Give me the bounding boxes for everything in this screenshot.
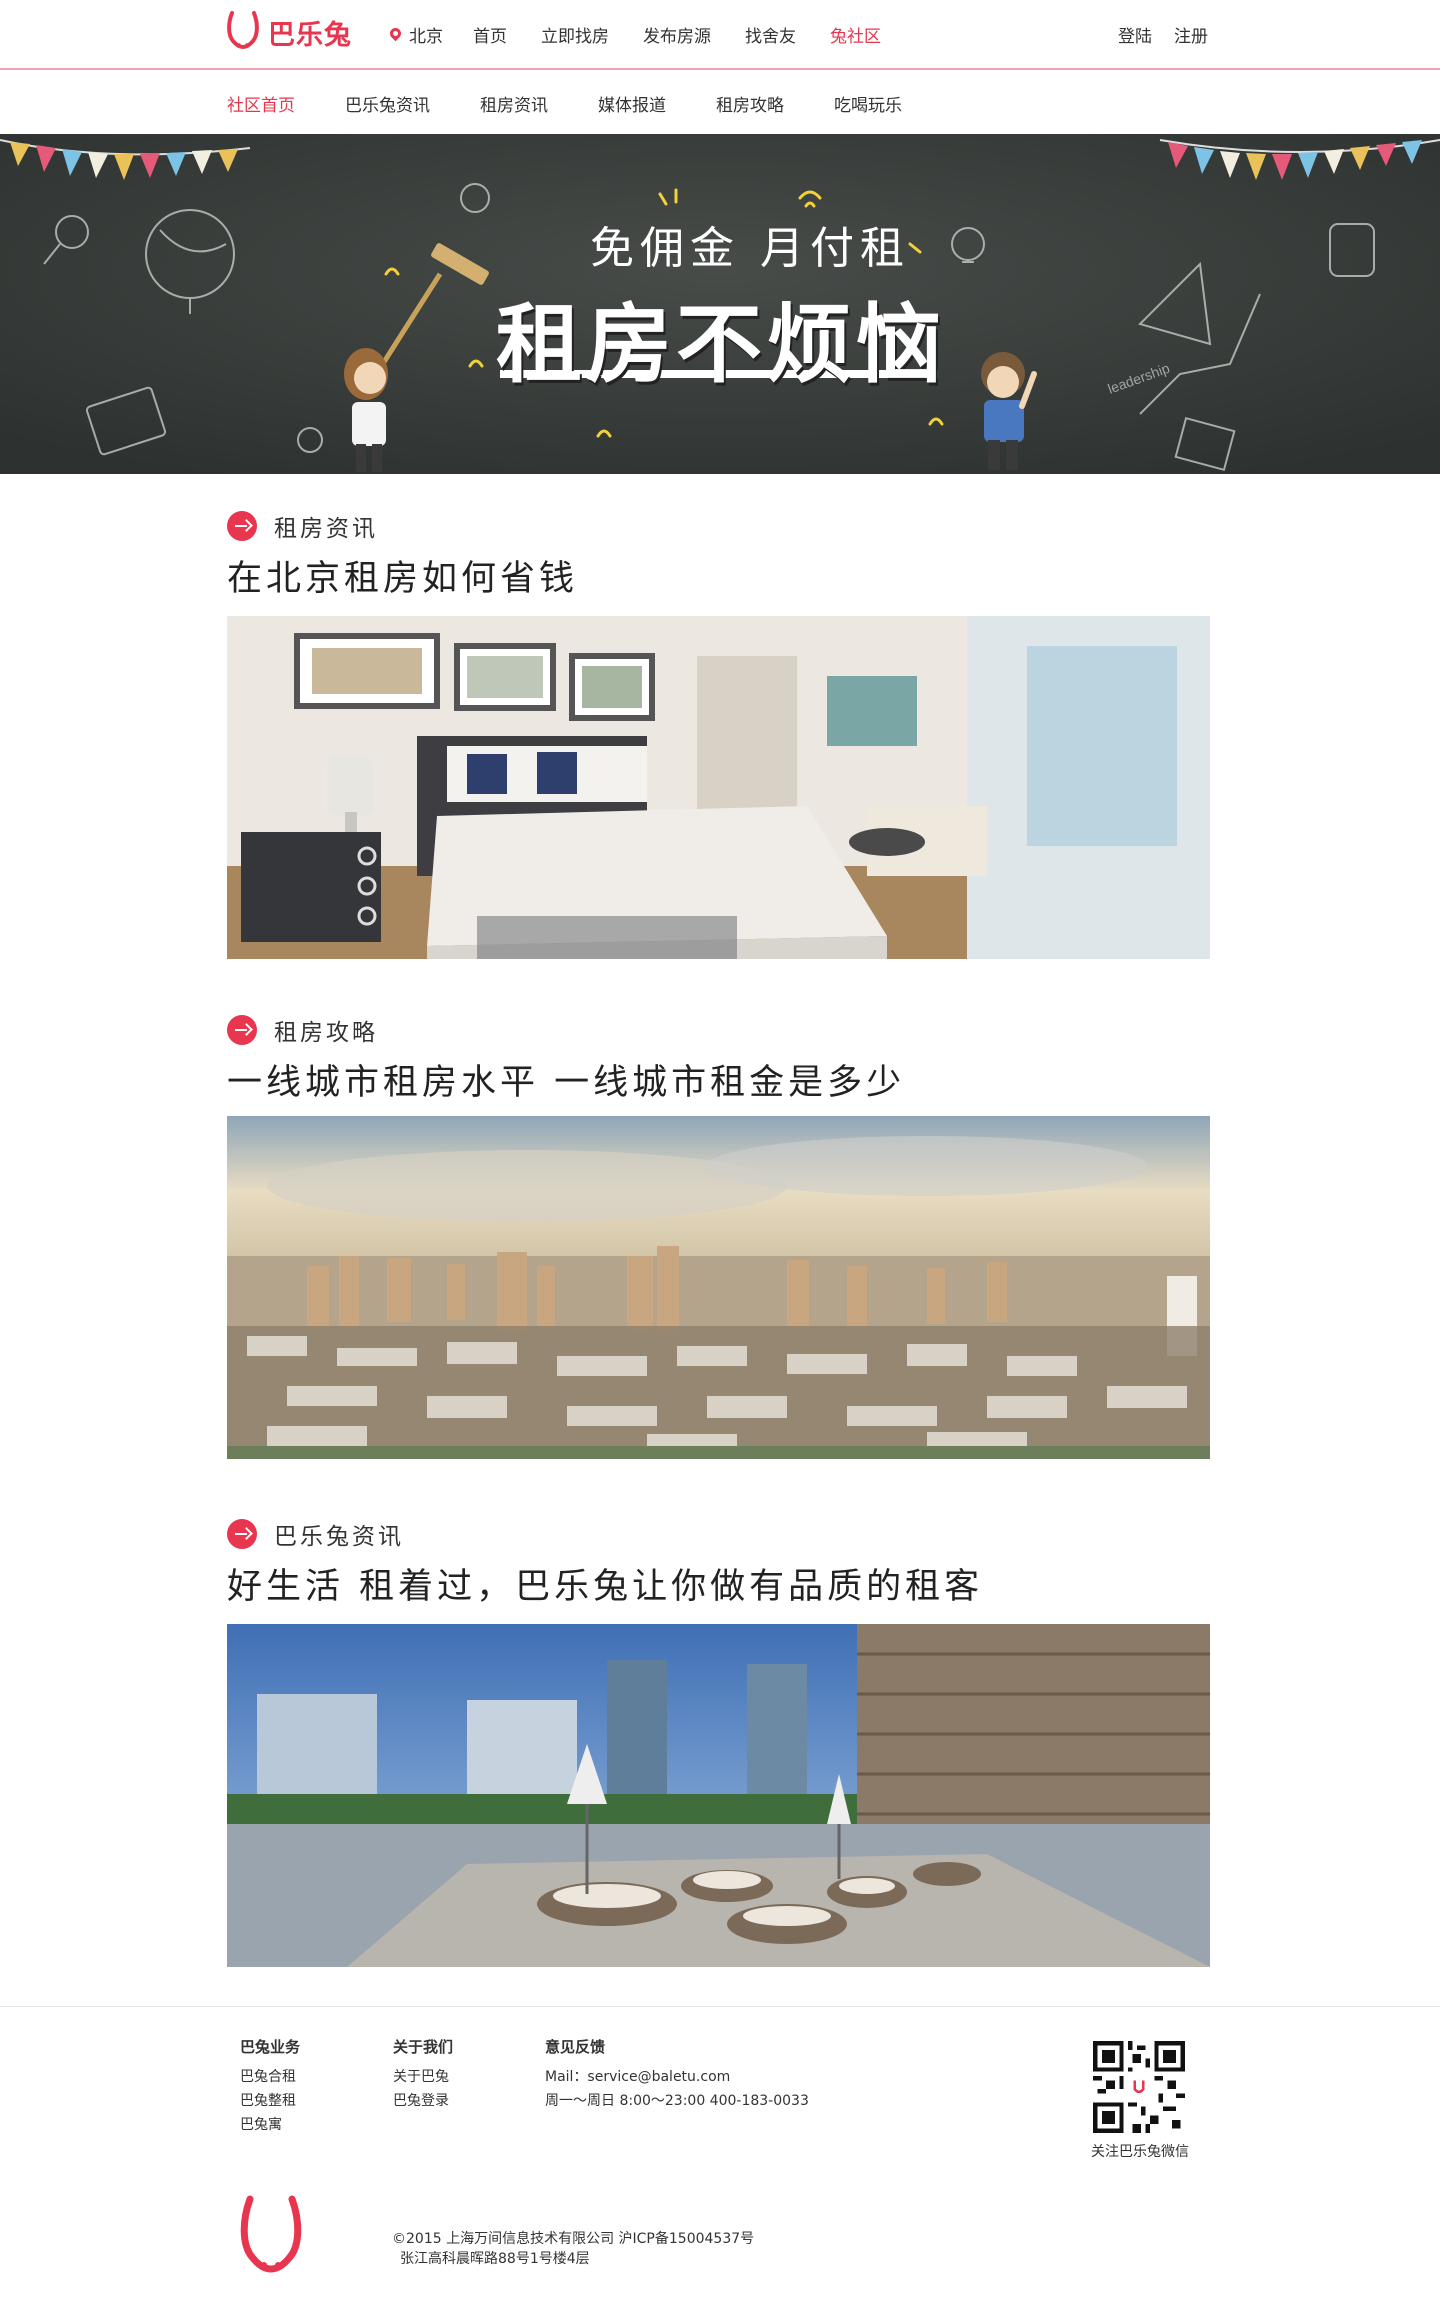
footer-hours: 周一～周日 8:00～23:00 400-183-0033 <box>545 2093 809 2109</box>
article-category[interactable]: 租房资讯 <box>227 510 1210 542</box>
nav-home[interactable]: 首页 <box>473 22 507 47</box>
hero-banner[interactable]: leadership 免佣金 月付租 租房不烦恼 <box>0 134 1440 474</box>
footer-link[interactable]: 巴兔整租 <box>240 2089 300 2113</box>
banner-slogan-top: 免佣金 月付租 <box>590 223 910 274</box>
footer-link[interactable]: 巴兔登录 <box>393 2089 453 2113</box>
footer-heading: 意见反馈 <box>545 2038 606 2056</box>
subnav-rental-guide[interactable]: 租房攻略 <box>716 91 784 116</box>
article-category[interactable]: 巴乐兔资讯 <box>227 1518 1210 1550</box>
nav-community[interactable]: 兔社区 <box>830 22 881 47</box>
footer-feedback: 意见反馈 Mail：service@baletu.com 周一～周日 8:00～… <box>545 2035 809 2113</box>
qr-caption: 关注巴乐兔微信 <box>1091 2144 1189 2160</box>
city-selector[interactable]: 北京 <box>387 22 443 47</box>
arrow-right-icon <box>227 1519 257 1549</box>
footer-link[interactable]: 巴兔寓 <box>240 2113 300 2137</box>
nav-find-roommate[interactable]: 找舍友 <box>745 22 796 47</box>
article-card[interactable]: 巴乐兔资讯 好生活 租着过，巴乐兔让你做有品质的租客 <box>227 1518 1210 1967</box>
nav-post-listing[interactable]: 发布房源 <box>643 22 711 47</box>
footer-heading: 关于我们 <box>393 2038 454 2056</box>
footer-heading: 巴兔业务 <box>240 2038 301 2056</box>
footer-link[interactable]: 关于巴兔 <box>393 2065 453 2089</box>
banner-slogan-main: 租房不烦恼 <box>496 294 946 395</box>
category-label: 租房资讯 <box>274 516 378 542</box>
subnav-community-home[interactable]: 社区首页 <box>227 91 295 116</box>
article-image[interactable] <box>227 616 1210 959</box>
site-footer: 巴兔业务 巴兔合租 巴兔整租 巴兔寓 关于我们 关于巴兔 巴兔登录 意见反馈 M… <box>0 2006 1440 2312</box>
subnav-food-fun[interactable]: 吃喝玩乐 <box>834 91 902 116</box>
footer-business: 巴兔业务 巴兔合租 巴兔整租 巴兔寓 <box>240 2035 300 2137</box>
logo[interactable]: 巴乐兔 <box>226 8 352 56</box>
article-image[interactable] <box>227 1624 1210 1967</box>
footer-about: 关于我们 关于巴兔 巴兔登录 <box>393 2035 453 2113</box>
top-header: 巴乐兔 北京 首页 立即找房 发布房源 找舍友 兔社区 登陆 注册 <box>0 0 1440 70</box>
article-title[interactable]: 好生活 租着过，巴乐兔让你做有品质的租客 <box>227 1564 1210 1610</box>
register-link[interactable]: 注册 <box>1174 22 1208 47</box>
logo-text: 巴乐兔 <box>268 19 352 51</box>
auth-links: 登陆 注册 <box>1118 22 1230 47</box>
footer-rabbit-logo-icon <box>240 2195 302 2273</box>
subnav-rental-news[interactable]: 租房资讯 <box>480 91 548 116</box>
article-image[interactable] <box>227 1116 1210 1459</box>
copyright-text: ©2015 上海万间信息技术有限公司 沪ICP备15004537号 张江高科晨晖… <box>392 2229 754 2269</box>
arrow-right-icon <box>227 511 257 541</box>
community-subnav: 社区首页 巴乐兔资讯 租房资讯 媒体报道 租房攻略 吃喝玩乐 <box>0 70 1440 135</box>
main-nav: 首页 立即找房 发布房源 找舍友 兔社区 <box>473 22 915 47</box>
wechat-qr-code <box>1093 2041 1185 2133</box>
subnav-media[interactable]: 媒体报道 <box>598 91 666 116</box>
category-label: 巴乐兔资讯 <box>274 1524 404 1550</box>
footer-mail[interactable]: Mail：service@baletu.com <box>545 2065 809 2089</box>
rabbit-logo-icon <box>227 11 259 49</box>
article-title[interactable]: 一线城市租房水平 一线城市租金是多少 <box>227 1060 1210 1106</box>
login-link[interactable]: 登陆 <box>1118 22 1152 47</box>
location-pin-icon <box>387 25 404 42</box>
footer-link[interactable]: 巴兔合租 <box>240 2065 300 2089</box>
article-card[interactable]: 租房攻略 一线城市租房水平 一线城市租金是多少 <box>227 1014 1210 1459</box>
category-label: 租房攻略 <box>274 1020 378 1046</box>
copyright-line: ©2015 上海万间信息技术有限公司 沪ICP备15004537号 <box>392 2231 755 2247</box>
article-card[interactable]: 租房资讯 在北京租房如何省钱 <box>227 510 1210 959</box>
bedroom-photo <box>227 616 1210 959</box>
city-label: 北京 <box>409 27 443 47</box>
address-line: 张江高科晨晖路88号1号楼4层 <box>400 2251 590 2267</box>
city-skyline-photo <box>227 1116 1210 1459</box>
article-title[interactable]: 在北京租房如何省钱 <box>227 556 1210 602</box>
arrow-right-icon <box>227 1015 257 1045</box>
article-category[interactable]: 租房攻略 <box>227 1014 1210 1046</box>
nav-find-house[interactable]: 立即找房 <box>541 22 609 47</box>
terrace-photo <box>227 1624 1210 1967</box>
subnav-baletu-news[interactable]: 巴乐兔资讯 <box>345 91 430 116</box>
